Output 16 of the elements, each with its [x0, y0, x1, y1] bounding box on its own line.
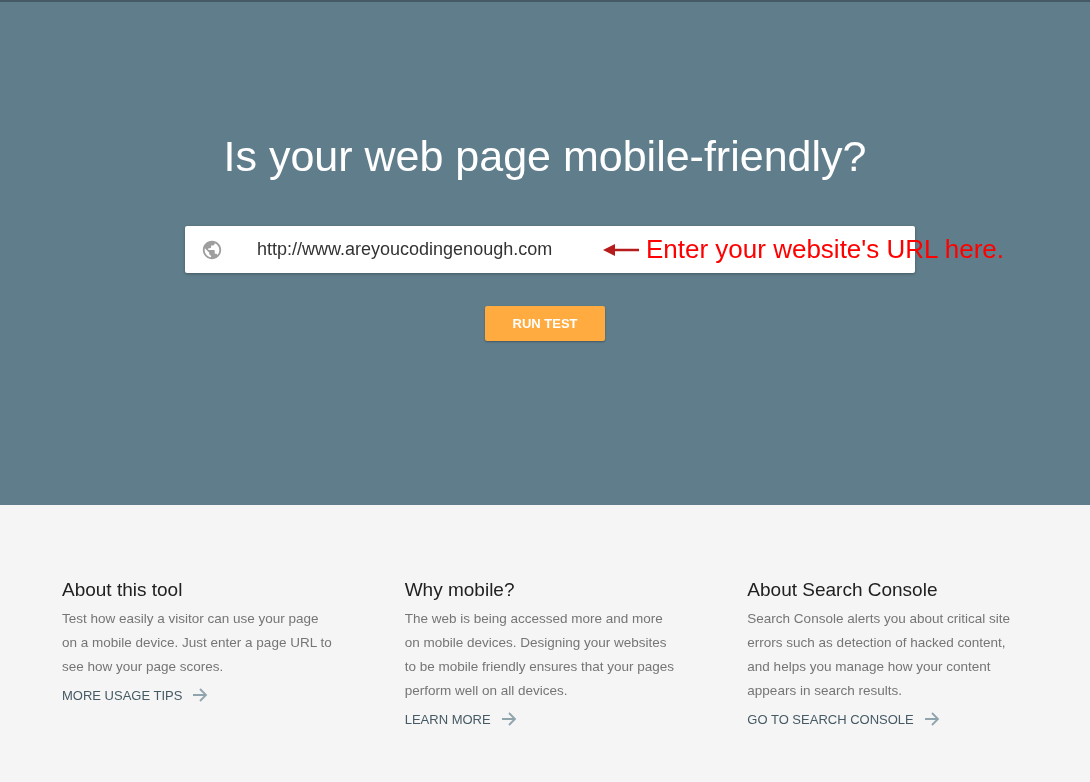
arrow-icon: [192, 687, 209, 703]
globe-icon: [201, 238, 223, 261]
column-heading: Why mobile?: [404, 578, 516, 602]
url-field[interactable]: http://www.areyoucodingenough.com: [257, 239, 555, 260]
column-text: Test how easily a visitor can use your page on a mobile device. Just enter a page URL to see how your page scores.: [62, 610, 333, 676]
arrow-icon: [923, 711, 940, 727]
column-link[interactable]: MORE USAGE TIPS: [62, 687, 209, 703]
column-text: Search Console alerts you about critical site errors such as detection of hacked content, and helps you manage how your content appears in search results.: [747, 610, 1011, 700]
column-link[interactable]: LEARN MORE: [404, 711, 517, 727]
arrow-icon: [500, 711, 517, 727]
column-heading: About this tool: [62, 578, 184, 602]
column-text: The web is being accessed more and more on mobile devices. Designing your websites to be mobile friendly ensures that your pages perform well on all devices.: [404, 610, 676, 700]
page-title: Is your web page mobile-friendly?: [223, 131, 867, 182]
column-link[interactable]: GO TO SEARCH CONSOLE: [747, 711, 940, 727]
annotation-arrow: [601, 242, 641, 258]
column-heading: About Search Console: [747, 578, 939, 602]
